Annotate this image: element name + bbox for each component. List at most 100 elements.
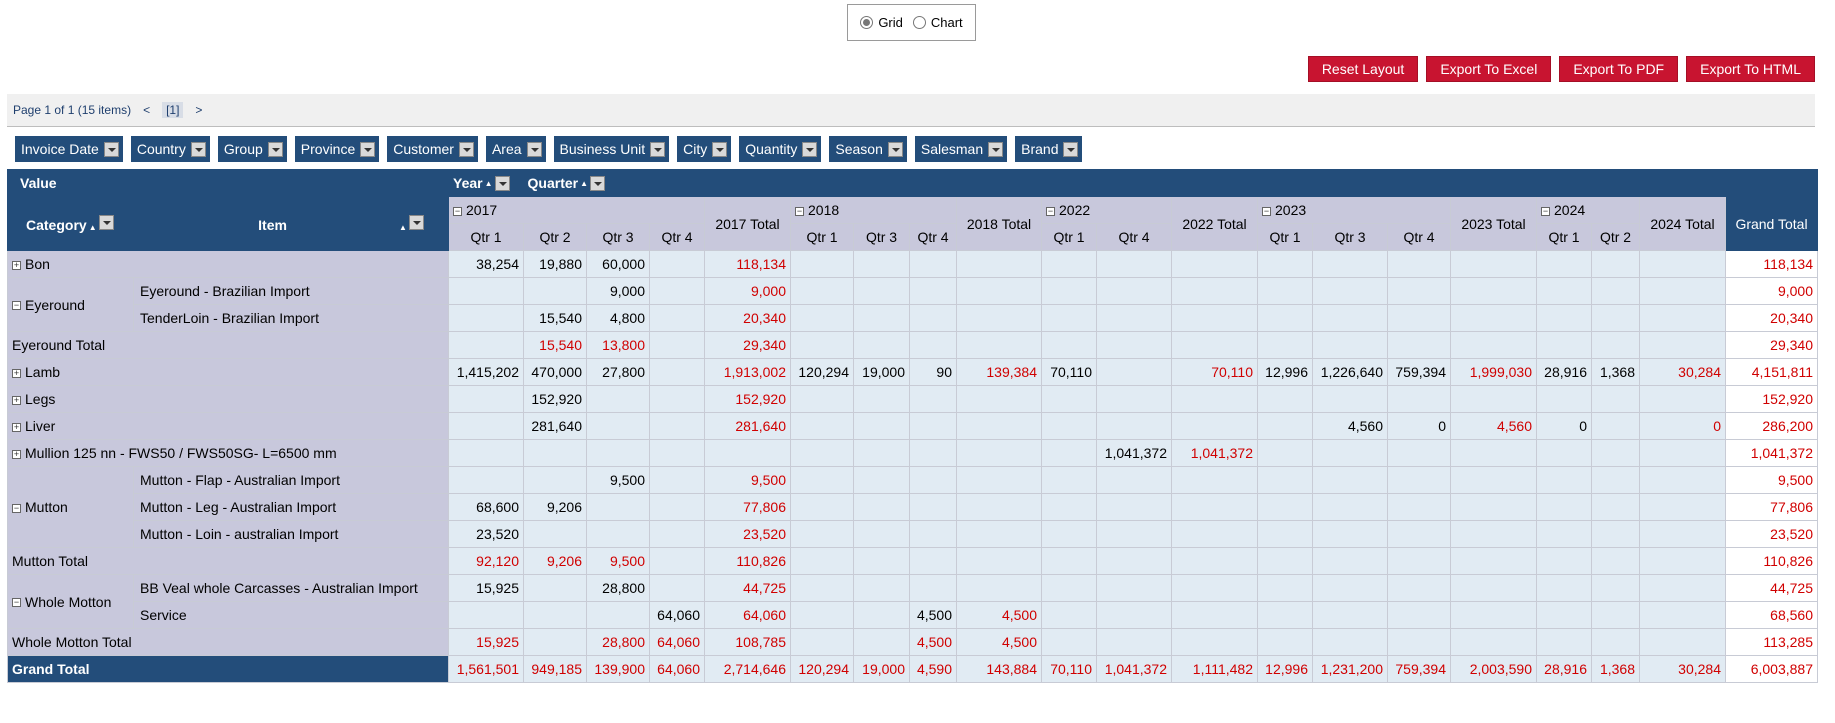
- value-cell: [1041, 439, 1097, 467]
- dropdown-arrow-icon[interactable]: [650, 141, 666, 157]
- category-cell[interactable]: − Mutton: [7, 466, 134, 548]
- value-cell: 759,394: [1387, 655, 1451, 683]
- value-cell: 1,415,202: [448, 358, 524, 386]
- dropdown-arrow-icon[interactable]: [887, 141, 903, 157]
- view-toggle: Grid Chart: [847, 4, 976, 41]
- expand-icon[interactable]: +: [12, 368, 21, 378]
- dropdown-arrow-icon[interactable]: [526, 141, 542, 157]
- category-cell[interactable]: − Eyeround: [7, 277, 134, 332]
- category-cell[interactable]: + Legs: [7, 385, 449, 413]
- filter-field-chip[interactable]: Season: [829, 136, 907, 162]
- category-cell[interactable]: + Mullion 125 nn - FWS50 / FWS50SG- L=650…: [7, 439, 449, 467]
- year-header[interactable]: −2023: [1257, 196, 1451, 224]
- filter-field-chip[interactable]: Group: [217, 136, 287, 162]
- value-cell: [1257, 493, 1313, 521]
- year-header[interactable]: −2022: [1041, 196, 1172, 224]
- filter-field-chip[interactable]: Province: [294, 136, 380, 162]
- dropdown-arrow-icon[interactable]: [494, 175, 510, 191]
- pager-current-page[interactable]: [1]: [162, 102, 184, 118]
- collapse-icon[interactable]: −: [1046, 206, 1055, 216]
- filter-field-chip[interactable]: Invoice Date: [15, 136, 123, 162]
- value-cell: [1591, 304, 1640, 332]
- collapse-icon[interactable]: −: [12, 598, 21, 608]
- value-cell: 64,060: [649, 628, 705, 656]
- value-cell: [1536, 439, 1592, 467]
- filter-field-chip[interactable]: City: [677, 136, 732, 162]
- sort-asc-icon[interactable]: ▲: [580, 179, 588, 188]
- dropdown-arrow-icon[interactable]: [360, 141, 376, 157]
- expand-icon[interactable]: +: [12, 395, 21, 405]
- pager-next-link[interactable]: >: [195, 103, 202, 117]
- collapse-icon[interactable]: −: [795, 206, 804, 216]
- filter-field-chip[interactable]: Quantity: [739, 136, 822, 162]
- chart-radio-option[interactable]: Chart: [912, 15, 963, 30]
- value-cell: [853, 466, 910, 494]
- expand-icon[interactable]: +: [12, 449, 21, 459]
- value-cell: 1,111,482: [1171, 655, 1258, 683]
- value-cell: 9,000: [1725, 277, 1818, 305]
- dropdown-arrow-icon[interactable]: [98, 214, 114, 230]
- sort-asc-icon[interactable]: ▲: [485, 179, 493, 188]
- collapse-icon[interactable]: −: [1541, 206, 1550, 216]
- value-cell: 29,340: [1725, 331, 1818, 359]
- quarter-field[interactable]: Quarter ▲: [528, 175, 606, 191]
- quarter-header: Qtr 1: [448, 223, 524, 251]
- filter-field-chip[interactable]: Customer: [387, 136, 478, 162]
- expand-icon[interactable]: +: [12, 422, 21, 432]
- year-total-header: 2024 Total: [1639, 196, 1726, 251]
- filter-field-chip[interactable]: Business Unit: [553, 136, 670, 162]
- export-pdf-button[interactable]: Export To PDF: [1559, 56, 1679, 82]
- dropdown-arrow-icon[interactable]: [408, 214, 424, 230]
- table-row: + Lamb 1,415,202 470,000 27,800 1,913,002 120,…: [7, 358, 1818, 386]
- value-cell: [1536, 250, 1592, 278]
- category-cell[interactable]: + Lamb: [7, 358, 449, 386]
- value-cell: [1171, 574, 1258, 602]
- dropdown-arrow-icon[interactable]: [712, 141, 728, 157]
- year-header[interactable]: −2018: [790, 196, 957, 224]
- table-row: + Legs 152,920 152,920 152,920: [7, 385, 1818, 413]
- value-cell: [649, 547, 705, 575]
- value-cell: [1096, 628, 1172, 656]
- year-field[interactable]: Year ▲: [453, 175, 510, 191]
- dropdown-arrow-icon[interactable]: [458, 141, 474, 157]
- pager-prev-link[interactable]: <: [143, 103, 150, 117]
- year-header[interactable]: −2024: [1536, 196, 1640, 224]
- export-html-button[interactable]: Export To HTML: [1686, 56, 1815, 82]
- filter-field-chip[interactable]: Country: [130, 136, 210, 162]
- dropdown-arrow-icon[interactable]: [103, 141, 119, 157]
- sort-asc-icon[interactable]: ▲: [399, 223, 407, 232]
- value-cell: [523, 439, 587, 467]
- value-cell: [1041, 466, 1097, 494]
- collapse-icon[interactable]: −: [12, 301, 21, 311]
- dropdown-arrow-icon[interactable]: [267, 141, 283, 157]
- collapse-icon[interactable]: −: [12, 503, 21, 513]
- grid-radio-option[interactable]: Grid: [860, 15, 903, 30]
- filter-field-chip[interactable]: Salesman: [914, 136, 1008, 162]
- dropdown-arrow-icon[interactable]: [590, 175, 606, 191]
- collapse-icon[interactable]: −: [453, 206, 462, 216]
- category-cell[interactable]: + Bon: [7, 250, 449, 278]
- grid-radio-icon[interactable]: [860, 16, 874, 29]
- collapse-icon[interactable]: −: [1262, 206, 1271, 216]
- value-cell: [1450, 547, 1537, 575]
- value-cell: 4,500: [956, 601, 1042, 629]
- chart-radio-icon[interactable]: [912, 16, 926, 29]
- year-header[interactable]: −2017: [448, 196, 705, 224]
- value-cell: [649, 358, 705, 386]
- expand-icon[interactable]: +: [12, 260, 21, 270]
- category-cell[interactable]: − Whole Motton: [7, 574, 134, 629]
- reset-layout-button[interactable]: Reset Layout: [1307, 56, 1419, 82]
- dropdown-arrow-icon[interactable]: [988, 141, 1004, 157]
- category-cell[interactable]: + Liver: [7, 412, 449, 440]
- filter-field-chip[interactable]: Brand: [1015, 136, 1083, 162]
- dropdown-arrow-icon[interactable]: [190, 141, 206, 157]
- value-cell: 9,000: [586, 277, 650, 305]
- value-cell: 15,925: [448, 574, 524, 602]
- value-cell: [1312, 439, 1388, 467]
- filter-field-chip[interactable]: Area: [485, 136, 546, 162]
- value-cell: [649, 385, 705, 413]
- export-excel-button[interactable]: Export To Excel: [1426, 56, 1552, 82]
- dropdown-arrow-icon[interactable]: [802, 141, 818, 157]
- dropdown-arrow-icon[interactable]: [1063, 141, 1079, 157]
- sort-asc-icon[interactable]: ▲: [89, 223, 97, 232]
